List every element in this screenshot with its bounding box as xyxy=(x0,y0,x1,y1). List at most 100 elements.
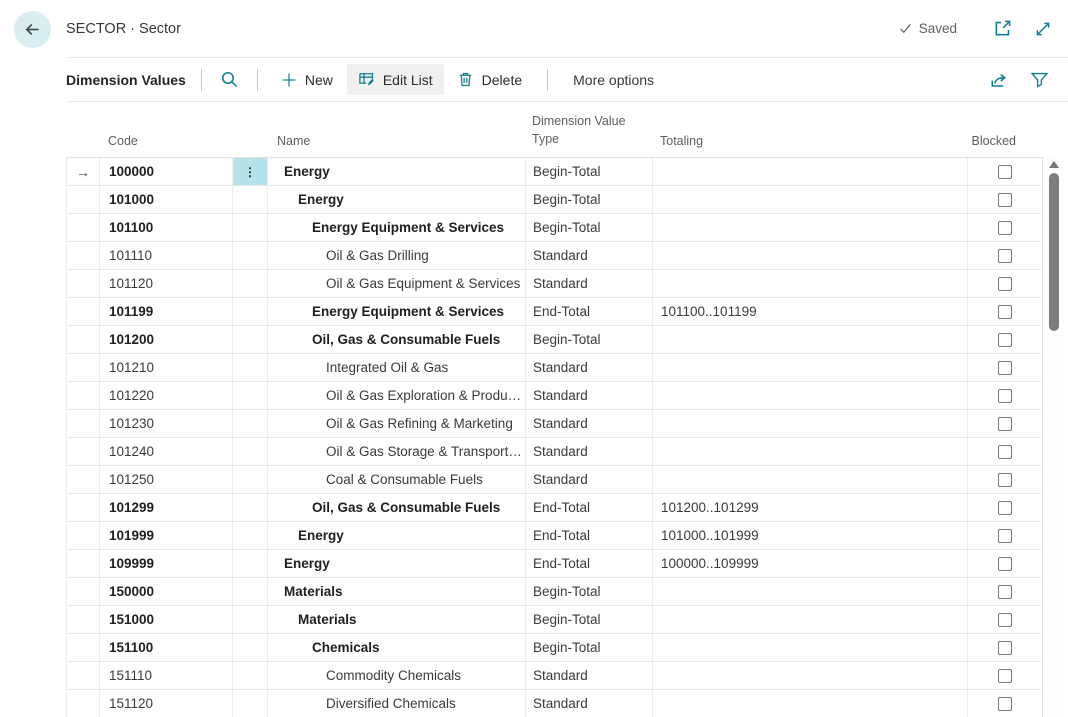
name-cell[interactable]: Energy Equipment & Services xyxy=(268,214,526,241)
table-row[interactable]: 101199Energy Equipment & ServicesEnd-Tot… xyxy=(67,298,1043,326)
code-cell[interactable]: 150000 xyxy=(100,578,233,605)
row-selector-cell[interactable] xyxy=(67,550,100,577)
row-selector-cell[interactable] xyxy=(67,382,100,409)
blocked-checkbox[interactable] xyxy=(998,473,1012,487)
code-cell[interactable]: 101999 xyxy=(100,522,233,549)
code-cell[interactable]: 101100 xyxy=(100,214,233,241)
row-selector-cell[interactable] xyxy=(67,326,100,353)
type-cell[interactable]: Standard xyxy=(526,242,653,269)
row-selector-cell[interactable] xyxy=(67,606,100,633)
name-cell[interactable]: Energy xyxy=(268,550,526,577)
table-row[interactable]: 101100 Energy Equipment & ServicesBegin-T… xyxy=(67,214,1043,242)
row-context-menu-cell[interactable] xyxy=(233,382,268,409)
code-cell[interactable]: 151100 xyxy=(100,634,233,661)
table-row[interactable]: 101220 Oil & Gas Exploration & Producti..… xyxy=(67,382,1043,410)
totaling-cell[interactable] xyxy=(653,214,968,241)
type-cell[interactable]: Standard xyxy=(526,354,653,381)
new-button[interactable]: New xyxy=(270,65,344,95)
vertical-scrollbar[interactable] xyxy=(1046,157,1062,717)
totaling-cell[interactable] xyxy=(653,410,968,437)
filter-button[interactable] xyxy=(1030,70,1049,89)
blocked-checkbox[interactable] xyxy=(998,193,1012,207)
code-cell[interactable]: 151000 xyxy=(100,606,233,633)
type-cell[interactable]: Standard xyxy=(526,382,653,409)
type-cell[interactable]: Standard xyxy=(526,662,653,689)
edit-list-button[interactable]: Edit List xyxy=(347,64,444,95)
blocked-checkbox[interactable] xyxy=(998,557,1012,571)
scrollbar-thumb[interactable] xyxy=(1049,173,1059,331)
type-cell[interactable]: Standard xyxy=(526,690,653,717)
row-context-menu-cell[interactable] xyxy=(233,494,268,521)
type-cell[interactable]: Begin-Total xyxy=(526,186,653,213)
table-row[interactable]: 151100 ChemicalsBegin-Total xyxy=(67,634,1043,662)
name-cell[interactable]: Oil & Gas Equipment & Services xyxy=(268,270,526,297)
name-cell[interactable]: Materials xyxy=(268,606,526,633)
code-cell[interactable]: 101230 xyxy=(100,410,233,437)
blocked-checkbox[interactable] xyxy=(998,277,1012,291)
row-selector-cell[interactable] xyxy=(67,578,100,605)
row-selector-cell[interactable] xyxy=(67,438,100,465)
share-button[interactable] xyxy=(989,70,1009,90)
totaling-cell[interactable] xyxy=(653,606,968,633)
back-button[interactable] xyxy=(14,11,51,48)
code-cell[interactable]: 101250 xyxy=(100,466,233,493)
row-selector-cell[interactable]: → xyxy=(67,158,100,185)
name-cell[interactable]: Chemicals xyxy=(268,634,526,661)
row-context-menu-cell[interactable] xyxy=(233,578,268,605)
totaling-cell[interactable] xyxy=(653,690,968,717)
totaling-cell[interactable] xyxy=(653,354,968,381)
open-in-new-window-button[interactable] xyxy=(993,19,1012,38)
blocked-checkbox[interactable] xyxy=(998,697,1012,711)
name-cell[interactable]: Oil & Gas Exploration & Producti... xyxy=(268,382,526,409)
row-context-menu-cell[interactable] xyxy=(233,214,268,241)
totaling-column-header[interactable]: Totaling xyxy=(652,134,967,157)
code-cell[interactable]: 101220 xyxy=(100,382,233,409)
name-cell[interactable]: Oil & Gas Refining & Marketing xyxy=(268,410,526,437)
name-cell[interactable]: Materials xyxy=(268,578,526,605)
code-cell[interactable]: 151110 xyxy=(100,662,233,689)
name-cell[interactable]: Commodity Chemicals xyxy=(268,662,526,689)
code-cell[interactable]: 101199 xyxy=(100,298,233,325)
code-column-header[interactable]: Code xyxy=(99,134,232,157)
blocked-checkbox[interactable] xyxy=(998,361,1012,375)
scroll-up-arrow-icon[interactable] xyxy=(1049,161,1059,168)
blocked-checkbox[interactable] xyxy=(998,333,1012,347)
table-row[interactable]: 101000EnergyBegin-Total xyxy=(67,186,1043,214)
row-context-menu-cell[interactable] xyxy=(233,410,268,437)
table-row[interactable]: 150000MaterialsBegin-Total xyxy=(67,578,1043,606)
table-row[interactable]: 101999EnergyEnd-Total101000..101999 xyxy=(67,522,1043,550)
name-cell[interactable]: Coal & Consumable Fuels xyxy=(268,466,526,493)
table-row[interactable]: 101230Oil & Gas Refining & MarketingStan… xyxy=(67,410,1043,438)
code-cell[interactable]: 101120 xyxy=(100,270,233,297)
code-cell[interactable]: 101200 xyxy=(100,326,233,353)
name-cell[interactable]: Integrated Oil & Gas xyxy=(268,354,526,381)
totaling-cell[interactable] xyxy=(653,186,968,213)
type-cell[interactable]: Standard xyxy=(526,438,653,465)
type-cell[interactable]: Begin-Total xyxy=(526,634,653,661)
type-cell[interactable]: End-Total xyxy=(526,494,653,521)
blocked-checkbox[interactable] xyxy=(998,641,1012,655)
row-context-menu-cell[interactable] xyxy=(233,354,268,381)
row-selector-cell[interactable] xyxy=(67,690,100,717)
type-cell[interactable]: End-Total xyxy=(526,550,653,577)
totaling-cell[interactable] xyxy=(653,438,968,465)
table-row[interactable]: 151000MaterialsBegin-Total xyxy=(67,606,1043,634)
row-context-menu-cell[interactable] xyxy=(233,522,268,549)
table-row[interactable]: 109999EnergyEnd-Total100000..109999 xyxy=(67,550,1043,578)
type-cell[interactable]: Begin-Total xyxy=(526,214,653,241)
table-row[interactable]: 151110 Commodity ChemicalsStandard xyxy=(67,662,1043,690)
type-cell[interactable]: Begin-Total xyxy=(526,326,653,353)
totaling-cell[interactable] xyxy=(653,326,968,353)
row-context-menu-cell[interactable] xyxy=(233,242,268,269)
table-row[interactable]: 101240Oil & Gas Storage & Transportati..… xyxy=(67,438,1043,466)
row-selector-cell[interactable] xyxy=(67,494,100,521)
name-cell[interactable]: Diversified Chemicals xyxy=(268,690,526,717)
delete-button[interactable]: Delete xyxy=(446,64,533,95)
totaling-cell[interactable] xyxy=(653,466,968,493)
code-cell[interactable]: 101110 xyxy=(100,242,233,269)
table-row[interactable]: →100000⋮EnergyBegin-Total xyxy=(67,158,1043,186)
totaling-cell[interactable]: 101200..101299 xyxy=(653,494,968,521)
name-column-header[interactable]: Name xyxy=(267,134,525,157)
row-context-menu-cell[interactable] xyxy=(233,186,268,213)
blocked-checkbox[interactable] xyxy=(998,249,1012,263)
